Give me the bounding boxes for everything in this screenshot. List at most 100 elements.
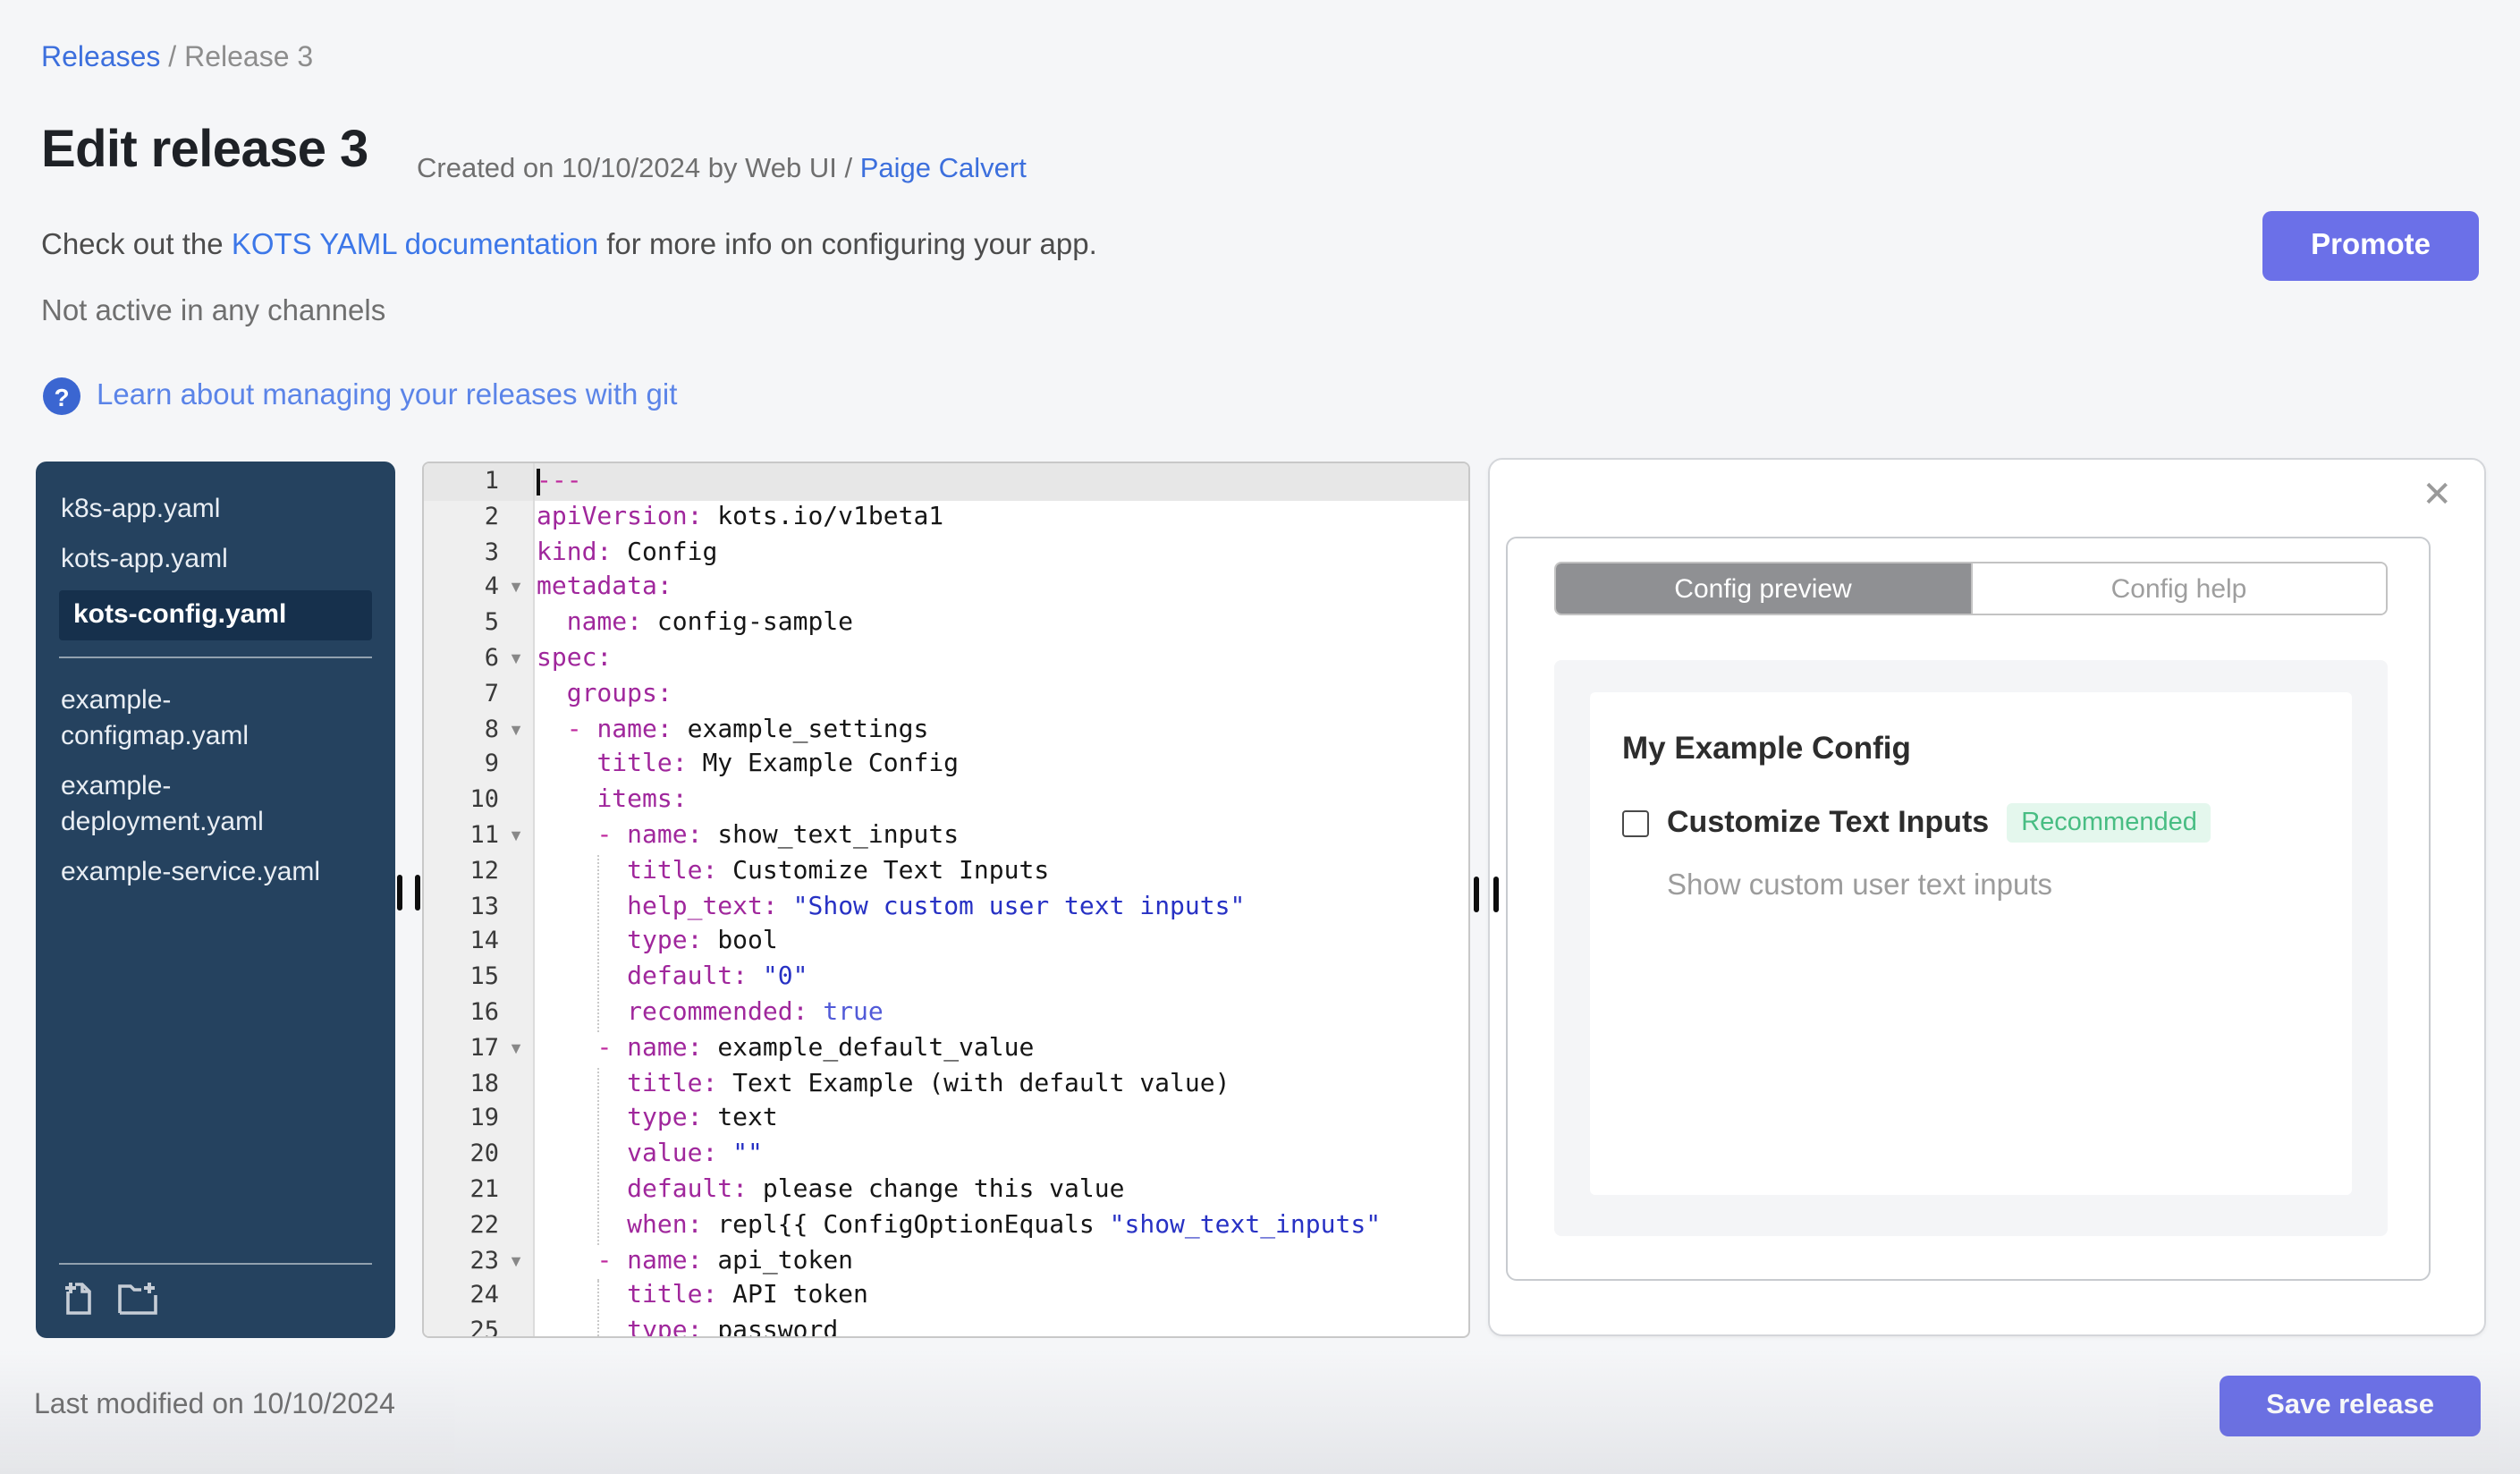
code-text: when: repl{{ ConfigOptionEquals "show_te…: [627, 1210, 1382, 1240]
code-line-25[interactable]: 25 type: password: [424, 1315, 1468, 1338]
code-line-8[interactable]: 8 ▼ - name: example_settings: [424, 713, 1468, 749]
yaml-editor[interactable]: 1 --- 2 apiVersion: kots.io/v1beta1 3 kind: C…: [422, 462, 1470, 1338]
help-icon: ?: [43, 377, 80, 415]
customize-text-inputs-checkbox[interactable]: [1622, 809, 1649, 836]
fold-arrow-icon[interactable]: ▼: [499, 572, 533, 607]
save-release-button[interactable]: Save release: [2220, 1376, 2481, 1436]
code-line-24[interactable]: 24 title: API token: [424, 1280, 1468, 1316]
code-line-4[interactable]: 4 ▼ metadata:: [424, 572, 1468, 607]
indent-guide: [596, 854, 598, 1032]
fold-gutter: [499, 961, 533, 996]
code-line-11[interactable]: 11 ▼ - name: show_text_inputs: [424, 819, 1468, 855]
code-text: recommended: true: [627, 997, 884, 1027]
left-split-handle-bar[interactable]: [414, 875, 420, 911]
fold-gutter: [499, 1067, 533, 1103]
doc-line: Check out the KOTS YAML documentation fo…: [41, 229, 1097, 263]
sidebar-file-example-service.yaml[interactable]: example-service.yaml: [36, 848, 395, 898]
fold-arrow-icon[interactable]: ▼: [499, 819, 533, 855]
fold-gutter: [499, 1280, 533, 1316]
code-text: type: password: [627, 1317, 839, 1338]
add-folder-icon[interactable]: [116, 1279, 161, 1317]
last-modified-text: Last modified on 10/10/2024: [34, 1390, 395, 1420]
fold-arrow-icon[interactable]: ▼: [499, 713, 533, 749]
breadcrumb-releases-link[interactable]: Releases: [41, 43, 160, 73]
code-line-5[interactable]: 5 name: config-sample: [424, 606, 1468, 642]
line-number: 6: [484, 643, 499, 673]
line-number: 13: [469, 892, 499, 921]
sidebar-actions: [36, 1263, 395, 1338]
line-number: 8: [484, 715, 499, 744]
code-line-14[interactable]: 14 type: bool: [424, 926, 1468, 961]
sidebar-file-example-configmap.yaml[interactable]: example-configmap.yaml: [36, 676, 395, 762]
line-number: 21: [469, 1174, 499, 1204]
text-caret: [537, 469, 539, 496]
code-line-1[interactable]: 1 ---: [424, 465, 1468, 501]
code-line-18[interactable]: 18 title: Text Example (with default val…: [424, 1067, 1468, 1103]
fold-arrow-icon[interactable]: ▼: [499, 642, 533, 678]
sidebar-divider: [59, 657, 372, 658]
code-text: type: bool: [627, 927, 778, 956]
code-line-19[interactable]: 19 type: text: [424, 1103, 1468, 1139]
code-line-16[interactable]: 16 recommended: true: [424, 996, 1468, 1032]
code-line-13[interactable]: 13 help_text: "Show custom user text inp…: [424, 890, 1468, 926]
fold-gutter: [499, 501, 533, 537]
recommended-badge: Recommended: [2007, 803, 2211, 843]
tab-config-help[interactable]: Config help: [1970, 563, 2386, 614]
line-number: 11: [469, 820, 499, 850]
code-text: apiVersion: kots.io/v1beta1: [537, 502, 944, 531]
created-line: Created on 10/10/2024 by Web UI / Paige …: [417, 154, 1027, 186]
line-number: 25: [469, 1317, 499, 1338]
code-line-17[interactable]: 17 ▼ - name: example_default_value: [424, 1032, 1468, 1068]
code-line-7[interactable]: 7 groups:: [424, 678, 1468, 714]
code-line-3[interactable]: 3 kind: Config: [424, 536, 1468, 572]
fold-arrow-icon[interactable]: ▼: [499, 1244, 533, 1280]
code-area[interactable]: 1 --- 2 apiVersion: kots.io/v1beta1 3 kind: C…: [424, 463, 1468, 1336]
right-split-handle-bar[interactable]: [1474, 877, 1480, 912]
breadcrumb-current: Release 3: [184, 43, 314, 73]
line-number: 20: [469, 1139, 499, 1169]
config-group-card: My Example Config Customize Text Inputs …: [1590, 692, 2352, 1195]
left-split-handle-bar[interactable]: [396, 875, 402, 911]
code-line-21[interactable]: 21 default: please change this value: [424, 1173, 1468, 1209]
code-text: - name: api_token: [596, 1246, 854, 1275]
sidebar-file-example-deployment.yaml[interactable]: example-deployment.yaml: [36, 762, 395, 848]
doc-prefix: Check out the: [41, 229, 232, 261]
code-line-12[interactable]: 12 title: Customize Text Inputs: [424, 855, 1468, 891]
code-text: name: config-sample: [566, 608, 854, 638]
fold-gutter: [499, 465, 533, 501]
code-line-23[interactable]: 23 ▼ - name: api_token: [424, 1244, 1468, 1280]
fold-gutter: [499, 749, 533, 784]
fold-gutter: [499, 1208, 533, 1244]
code-text: items:: [596, 785, 688, 815]
page-title: Edit release 3: [41, 122, 368, 179]
tab-config-preview[interactable]: Config preview: [1556, 563, 1970, 614]
promote-button[interactable]: Promote: [2262, 211, 2479, 281]
sidebar-file-kots-config.yaml[interactable]: kots-config.yaml: [59, 590, 372, 640]
sidebar-file-kots-app.yaml[interactable]: kots-app.yaml: [36, 535, 395, 585]
created-author-link[interactable]: Paige Calvert: [860, 154, 1027, 184]
code-text: - name: show_text_inputs: [596, 820, 960, 850]
fold-gutter: [499, 1103, 533, 1139]
config-group-title: My Example Config: [1622, 730, 1911, 766]
fold-arrow-icon[interactable]: ▼: [499, 1032, 533, 1068]
line-number: 12: [469, 856, 499, 885]
sidebar-file-k8s-app.yaml[interactable]: k8s-app.yaml: [36, 485, 395, 535]
right-split-handle-bar[interactable]: [1493, 877, 1500, 912]
code-text: groups:: [566, 679, 672, 708]
code-line-2[interactable]: 2 apiVersion: kots.io/v1beta1: [424, 501, 1468, 537]
code-line-6[interactable]: 6 ▼ spec:: [424, 642, 1468, 678]
indent-guide: [596, 1279, 598, 1336]
kots-yaml-doc-link[interactable]: KOTS YAML documentation: [232, 229, 598, 261]
line-number: 7: [484, 679, 499, 708]
add-file-icon[interactable]: [61, 1279, 98, 1317]
learn-git-link[interactable]: Learn about managing your releases with …: [97, 379, 677, 413]
edit-release-page: Releases / Release 3 Edit release 3 Crea…: [0, 0, 2520, 1474]
code-line-10[interactable]: 10 items:: [424, 784, 1468, 819]
code-line-9[interactable]: 9 title: My Example Config: [424, 749, 1468, 784]
close-icon[interactable]: ✕: [2422, 478, 2452, 513]
file-list: k8s-app.yaml kots-app.yaml kots-config.yam…: [36, 485, 395, 898]
code-line-20[interactable]: 20 value: "": [424, 1138, 1468, 1173]
code-line-15[interactable]: 15 default: "0": [424, 961, 1468, 996]
code-line-22[interactable]: 22 when: repl{{ ConfigOptionEquals "show…: [424, 1208, 1468, 1244]
code-text: help_text: "Show custom user text inputs…: [627, 892, 1246, 921]
